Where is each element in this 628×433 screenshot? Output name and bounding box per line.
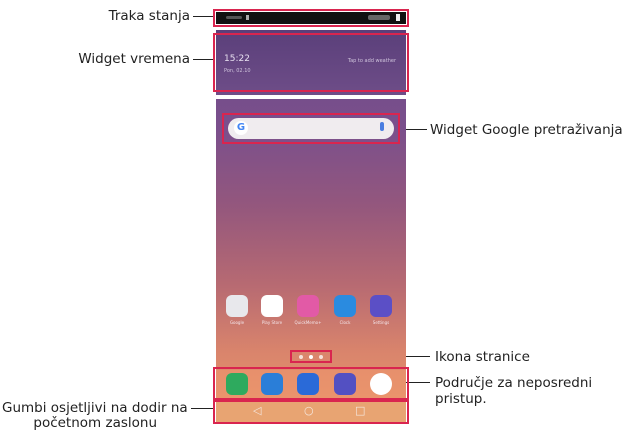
highlight-google-widget bbox=[222, 113, 400, 144]
app-icon-play-store[interactable] bbox=[261, 295, 283, 317]
app-icon-quickmemo-[interactable] bbox=[297, 295, 319, 317]
highlight-touch-buttons bbox=[213, 400, 409, 424]
highlight-weather-widget bbox=[213, 33, 409, 92]
label-touch-buttons-2: početnom zaslonu bbox=[33, 415, 157, 431]
label-page-icon: Ikona stranice bbox=[435, 349, 530, 365]
label-status-bar: Traka stanja bbox=[108, 8, 190, 24]
highlight-status-bar bbox=[213, 9, 409, 27]
label-google-widget: Widget Google pretraživanja bbox=[430, 122, 623, 138]
app-label: Clock bbox=[339, 320, 351, 325]
label-touch-buttons: Gumbi osjetljivi na dodir na bbox=[2, 400, 188, 416]
app-icon-settings[interactable] bbox=[370, 295, 392, 317]
label-quick-access-2: pristup. bbox=[435, 391, 487, 407]
app-label: Google bbox=[229, 320, 245, 325]
widget-separator bbox=[216, 95, 406, 99]
label-quick-access: Područje za neposredni bbox=[435, 375, 593, 391]
app-label: QuickMemo+ bbox=[294, 320, 322, 325]
highlight-quick-access bbox=[213, 367, 409, 400]
app-icon-clock[interactable] bbox=[334, 295, 356, 317]
app-label: Play Store bbox=[261, 320, 283, 325]
app-label: Settings bbox=[372, 320, 390, 325]
highlight-page-icon bbox=[290, 350, 332, 363]
label-weather-widget: Widget vremena bbox=[78, 51, 190, 67]
app-icon-google[interactable] bbox=[226, 295, 248, 317]
